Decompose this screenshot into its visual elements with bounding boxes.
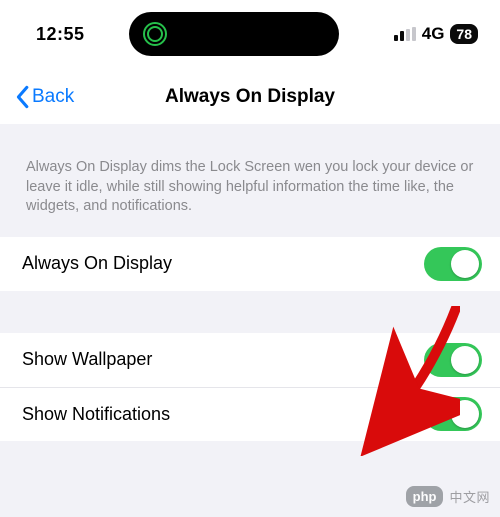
activity-icon (143, 22, 167, 46)
back-label: Back (32, 86, 74, 108)
watermark-badge: php (406, 486, 444, 507)
page-title: Always On Display (0, 86, 500, 108)
section-description: Always On Display dims the Lock Screen w… (0, 124, 500, 237)
row-label: Show Wallpaper (22, 349, 152, 370)
row-label: Show Notifications (22, 404, 170, 425)
settings-screen: 12:55 4G 78 Back Always On Display Alway… (0, 0, 500, 513)
dynamic-island[interactable] (129, 12, 339, 56)
network-label: 4G (422, 24, 445, 44)
chevron-left-icon (14, 85, 30, 109)
row-label: Always On Display (22, 253, 172, 274)
toggle-always-on-display[interactable] (424, 247, 482, 281)
signal-icon (394, 27, 416, 41)
status-bar: 12:55 4G 78 (0, 0, 500, 62)
back-button[interactable]: Back (14, 85, 74, 109)
settings-group-main: Always On Display (0, 237, 500, 291)
settings-group-options: Show Wallpaper Show Notifications (0, 333, 500, 441)
group-gap (0, 291, 500, 333)
row-always-on-display: Always On Display (0, 237, 500, 291)
content-area: Always On Display dims the Lock Screen w… (0, 124, 500, 517)
status-time: 12:55 (36, 24, 85, 45)
nav-header: Back Always On Display (0, 70, 500, 124)
watermark-text: 中文网 (449, 487, 490, 506)
row-show-notifications: Show Notifications (0, 387, 500, 441)
toggle-show-wallpaper[interactable] (424, 343, 482, 377)
row-show-wallpaper: Show Wallpaper (0, 333, 500, 387)
watermark: php 中文网 (406, 486, 490, 507)
toggle-show-notifications[interactable] (424, 397, 482, 431)
battery-badge: 78 (450, 24, 478, 44)
status-right: 4G 78 (394, 24, 478, 44)
